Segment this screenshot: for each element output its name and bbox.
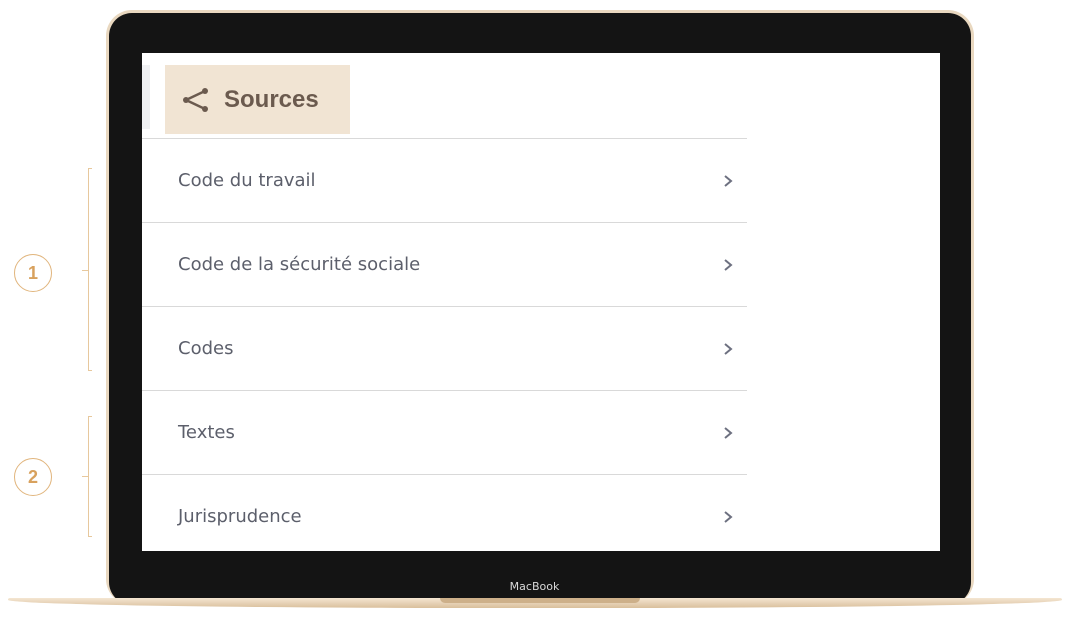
menu-item-label: Jurisprudence xyxy=(178,506,302,527)
menu-item-textes[interactable]: Textes xyxy=(142,390,747,474)
menu-item-code-securite-sociale[interactable]: Code de la sécurité sociale xyxy=(142,222,747,306)
annotation-badge-1: 1 xyxy=(14,254,52,292)
laptop-base-notch xyxy=(440,598,640,603)
chevron-right-icon xyxy=(724,342,733,355)
chevron-right-icon xyxy=(724,510,733,523)
chevron-right-icon xyxy=(724,258,733,271)
annotation-badge-2: 2 xyxy=(14,458,52,496)
chevron-right-icon xyxy=(724,426,733,439)
annotation-bracket-1 xyxy=(88,168,92,371)
sources-header[interactable]: Sources xyxy=(165,65,350,134)
menu-item-codes[interactable]: Codes xyxy=(142,306,747,390)
screen: Sources Code du travail Code de la sécur… xyxy=(142,53,940,551)
device-label: MacBook xyxy=(509,580,560,593)
annotation-connector-2 xyxy=(82,476,88,477)
annotation-connector-1 xyxy=(82,270,88,271)
page-title: Sources xyxy=(224,85,319,113)
menu-item-label: Codes xyxy=(178,338,234,359)
menu-item-label: Code du travail xyxy=(178,170,316,191)
sources-menu: Code du travail Code de la sécurité soci… xyxy=(142,138,747,551)
menu-item-code-du-travail[interactable]: Code du travail xyxy=(142,138,747,222)
chevron-right-icon xyxy=(724,174,733,187)
menu-item-label: Code de la sécurité sociale xyxy=(178,254,421,275)
menu-item-label: Textes xyxy=(178,422,235,443)
annotation-bracket-2 xyxy=(88,416,92,537)
sidebar-edge xyxy=(142,65,150,129)
share-icon xyxy=(183,87,208,112)
menu-item-jurisprudence[interactable]: Jurisprudence xyxy=(142,474,747,551)
